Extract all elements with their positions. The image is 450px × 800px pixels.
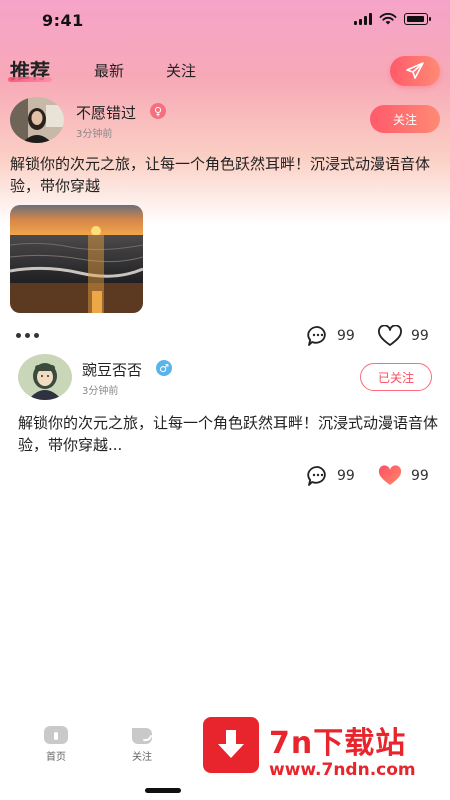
tab-recommend[interactable]: 推荐 <box>8 60 52 82</box>
like-count: 99 <box>411 328 429 344</box>
cellular-signal-icon <box>354 13 372 25</box>
nav-following-label: 关注 <box>132 752 152 763</box>
watermark-url: www.7ndn.com <box>269 760 416 780</box>
avatar[interactable] <box>10 97 64 143</box>
comment-count: 99 <box>337 468 355 484</box>
comment-action[interactable]: 99 <box>307 465 355 487</box>
home-icon <box>44 726 68 744</box>
home-indicator <box>145 788 181 793</box>
female-gender-icon: ♀ <box>150 103 166 119</box>
avatar[interactable] <box>18 354 72 400</box>
watermark: 7n下载站 www.7ndn.com <box>185 700 450 800</box>
tab-following[interactable]: 关注 <box>166 60 196 82</box>
like-count: 99 <box>411 468 429 484</box>
post-time: 3分钟前 <box>76 129 113 140</box>
watermark-title: 7n下载站 <box>269 726 407 761</box>
post-username[interactable]: 豌豆否否 <box>82 359 142 380</box>
post-username[interactable]: 不愿错过 <box>76 102 136 123</box>
post-image[interactable] <box>10 205 143 313</box>
paper-plane-icon <box>406 62 424 79</box>
battery-icon <box>404 13 431 25</box>
like-action[interactable]: 99 <box>377 325 429 347</box>
wifi-icon <box>379 13 397 25</box>
download-logo-icon <box>203 717 259 773</box>
status-bar: 9:41 <box>0 0 450 44</box>
more-options-icon[interactable] <box>16 333 39 338</box>
tab-latest[interactable]: 最新 <box>94 60 124 82</box>
sunset-sea-image <box>10 205 143 313</box>
nav-home[interactable]: 首页 <box>42 724 70 763</box>
male-gender-icon: ♂ <box>156 360 172 376</box>
post-text: 解锁你的次元之旅，让每一个角色跃然耳畔！沉浸式动漫语音体验，带你穿越 <box>10 155 431 195</box>
feed-tabs: 推荐 最新 关注 <box>8 50 238 82</box>
post-time: 3分钟前 <box>82 386 119 397</box>
nav-following[interactable]: 关注 <box>128 724 156 763</box>
followed-button[interactable]: 已关注 <box>360 363 432 391</box>
nav-home-label: 首页 <box>46 752 66 763</box>
follow-button[interactable]: 关注 <box>370 105 440 133</box>
heart-filled-icon <box>378 465 402 485</box>
comment-action[interactable]: 99 <box>307 325 355 347</box>
post-text: 解锁你的次元之旅，让每一个角色跃然耳畔！沉浸式动漫语音体验，带你穿越... <box>18 414 439 454</box>
status-icons <box>354 13 431 25</box>
comment-bubble-icon <box>307 326 326 346</box>
comment-bubble-icon <box>307 466 326 486</box>
comment-count: 99 <box>337 328 355 344</box>
heart-outline-icon <box>378 325 402 346</box>
send-button[interactable] <box>390 56 440 86</box>
following-icon <box>132 728 152 744</box>
like-action[interactable]: 99 <box>377 465 429 487</box>
status-time: 9:41 <box>42 11 84 30</box>
